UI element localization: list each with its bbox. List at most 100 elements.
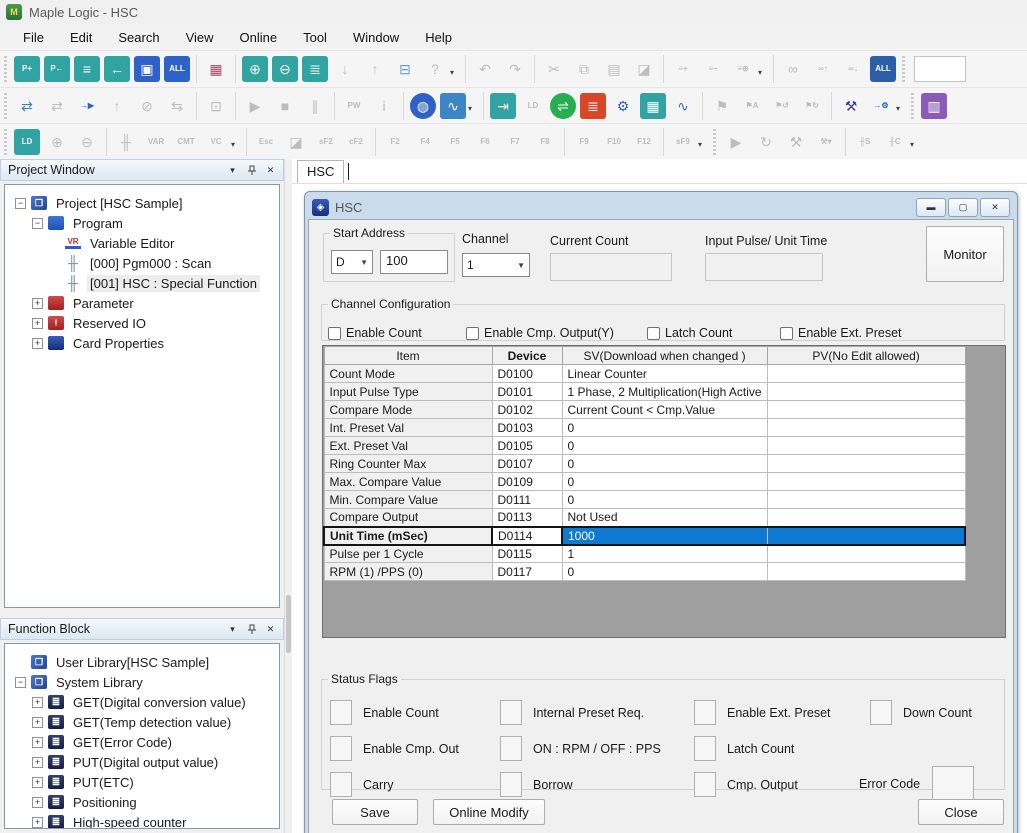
project-tree-item[interactable]: +Parameter — [11, 293, 277, 313]
undo-icon[interactable]: ↶ — [472, 56, 498, 82]
save-all-icon[interactable]: ALL — [164, 56, 190, 82]
cell-item[interactable]: RPM (1) /PPS (0) — [324, 563, 492, 581]
find-down-icon[interactable]: ∞↓ — [840, 56, 866, 82]
menu-edit[interactable]: Edit — [57, 26, 105, 49]
cell-pv[interactable] — [767, 365, 965, 383]
panel-menu-icon[interactable]: ▾ — [224, 621, 241, 637]
zoom-out-icon[interactable]: ⊖ — [74, 129, 100, 155]
cell-item[interactable]: Max. Compare Value — [324, 473, 492, 491]
cell-sv[interactable]: 1 Phase, 2 Multiplication(High Active — [562, 383, 767, 401]
project-tree-item[interactable]: VRVariable Editor — [11, 233, 277, 253]
cell-item[interactable]: Int. Preset Val — [324, 419, 492, 437]
function-block-tree-item[interactable]: −❐System Library — [11, 672, 277, 692]
cell-device[interactable]: D0105 — [492, 437, 562, 455]
cell-device[interactable]: D0107 — [492, 455, 562, 473]
cell-pv[interactable] — [767, 545, 965, 563]
download-icon[interactable]: ↓ — [332, 56, 358, 82]
esc-tool-icon[interactable]: Esc — [253, 129, 279, 155]
tree-expander-icon[interactable]: + — [32, 318, 43, 329]
checkbox-enable-cmp-output-y-[interactable]: Enable Cmp. Output(Y) — [466, 326, 614, 340]
cell-sv[interactable]: 0 — [562, 563, 767, 581]
compare-plc-icon[interactable]: ⇆ — [164, 93, 190, 119]
cell-item[interactable]: Pulse per 1 Cycle — [324, 545, 492, 563]
find-sync-icon[interactable]: ∞ — [780, 56, 806, 82]
dock-scroll-strip[interactable] — [284, 159, 292, 833]
cell-pv[interactable] — [767, 437, 965, 455]
run-test-icon[interactable]: ▶ — [723, 129, 749, 155]
open-project-icon[interactable]: P← — [44, 56, 70, 82]
tile-windows-icon[interactable]: ▦ — [203, 56, 229, 82]
cell-device[interactable]: D0117 — [492, 563, 562, 581]
cell-pv[interactable] — [767, 401, 965, 419]
delete-icon[interactable]: ◪ — [631, 56, 657, 82]
find-all-icon[interactable]: ALL — [870, 56, 896, 82]
toolbar-grip[interactable] — [909, 93, 916, 119]
build-all-icon[interactable]: ⚒▾ — [813, 129, 839, 155]
bookmark-icon[interactable]: ⚑ — [709, 93, 735, 119]
cell-device[interactable]: D0103 — [492, 419, 562, 437]
function-block-tree-item[interactable]: +≣PUT(Digital output value) — [11, 752, 277, 772]
function-block-tree-item[interactable]: +≣GET(Digital conversion value) — [11, 692, 277, 712]
mode-run-icon[interactable]: ▶ — [242, 93, 268, 119]
cell-sv[interactable]: Linear Counter — [562, 365, 767, 383]
tree-expander-icon[interactable]: + — [32, 298, 43, 309]
menu-help[interactable]: Help — [412, 26, 465, 49]
checkbox-box-icon[interactable] — [647, 327, 660, 340]
cell-device[interactable]: D0113 — [492, 509, 562, 527]
remote-monitor-icon[interactable]: ⊡ — [203, 93, 229, 119]
pin-icon[interactable] — [243, 621, 260, 637]
system-monitor-icon[interactable]: ∿ — [440, 93, 466, 119]
insert-line-icon[interactable]: ≡+ — [670, 56, 696, 82]
cell-pv[interactable] — [767, 491, 965, 509]
channel-select[interactable]: 1 ▼ — [462, 253, 530, 277]
comment-window-icon[interactable]: CMT — [173, 129, 199, 155]
cell-item[interactable]: Count Mode — [324, 365, 492, 383]
cell-sv[interactable]: 0 — [562, 491, 767, 509]
redo-icon[interactable]: ↷ — [502, 56, 528, 82]
checkbox-box-icon[interactable] — [466, 327, 479, 340]
find-up-icon[interactable]: ∞↑ — [810, 56, 836, 82]
menu-file[interactable]: File — [10, 26, 57, 49]
cell-pv[interactable] — [767, 563, 965, 581]
save-button[interactable]: Save — [332, 799, 418, 825]
tree-expander-icon[interactable]: − — [32, 218, 43, 229]
contact-window-icon[interactable]: ╫ — [113, 129, 139, 155]
function-block-tree-item[interactable]: +≣PUT(ETC) — [11, 772, 277, 792]
trend-graph-icon[interactable]: ∿ — [670, 93, 696, 119]
cell-sv[interactable]: Not Used — [562, 509, 767, 527]
print-icon[interactable]: ⊟ — [392, 56, 418, 82]
dropdown-caret-icon[interactable]: ▾ — [231, 140, 241, 149]
cell-sv[interactable]: 0 — [562, 473, 767, 491]
scroll-thumb[interactable] — [286, 595, 291, 653]
help-icon[interactable]: ? — [422, 56, 448, 82]
cell-device[interactable]: D0102 — [492, 401, 562, 419]
special-transfer-icon[interactable]: ⇥ — [490, 93, 516, 119]
vc-window-icon[interactable]: VC — [203, 129, 229, 155]
close-icon[interactable]: ✕ — [262, 162, 279, 178]
cell-sv[interactable]: 0 — [562, 455, 767, 473]
cell-device[interactable]: D0100 — [492, 365, 562, 383]
menu-search[interactable]: Search — [105, 26, 172, 49]
cf2-tool-icon[interactable]: cF2 — [343, 129, 369, 155]
add-program-icon[interactable]: ⊕ — [242, 56, 268, 82]
panel-menu-icon[interactable]: ▾ — [224, 162, 241, 178]
online-modify-button[interactable]: Online Modify — [433, 799, 545, 825]
settings-gear-icon[interactable]: ⚙ — [610, 93, 636, 119]
special-module-panel-icon[interactable]: ▥ — [921, 93, 947, 119]
shuffle-io-icon[interactable]: ⇌ — [550, 93, 576, 119]
cell-pv[interactable] — [767, 527, 965, 545]
cell-pv[interactable] — [767, 455, 965, 473]
start-address-type-select[interactable]: D ▼ — [331, 250, 373, 274]
tab-hsc[interactable]: HSC — [297, 160, 344, 183]
function-block-tree-item[interactable]: +≣High-speed counter — [11, 812, 277, 829]
cut-icon[interactable]: ✂ — [541, 56, 567, 82]
delete-line-icon[interactable]: ≡− — [700, 56, 726, 82]
menu-view[interactable]: View — [173, 26, 227, 49]
restore-icon[interactable]: ▢ — [948, 198, 978, 217]
options-tools-icon[interactable]: ⚒ — [838, 93, 864, 119]
project-tree-item[interactable]: ╫[001] HSC : Special Function — [11, 273, 277, 293]
f12-coil-icon[interactable]: F12 — [631, 129, 657, 155]
cell-item[interactable]: Input Pulse Type — [324, 383, 492, 401]
start-address-input[interactable]: 100 — [380, 250, 448, 274]
f10-coil-icon[interactable]: F10 — [601, 129, 627, 155]
